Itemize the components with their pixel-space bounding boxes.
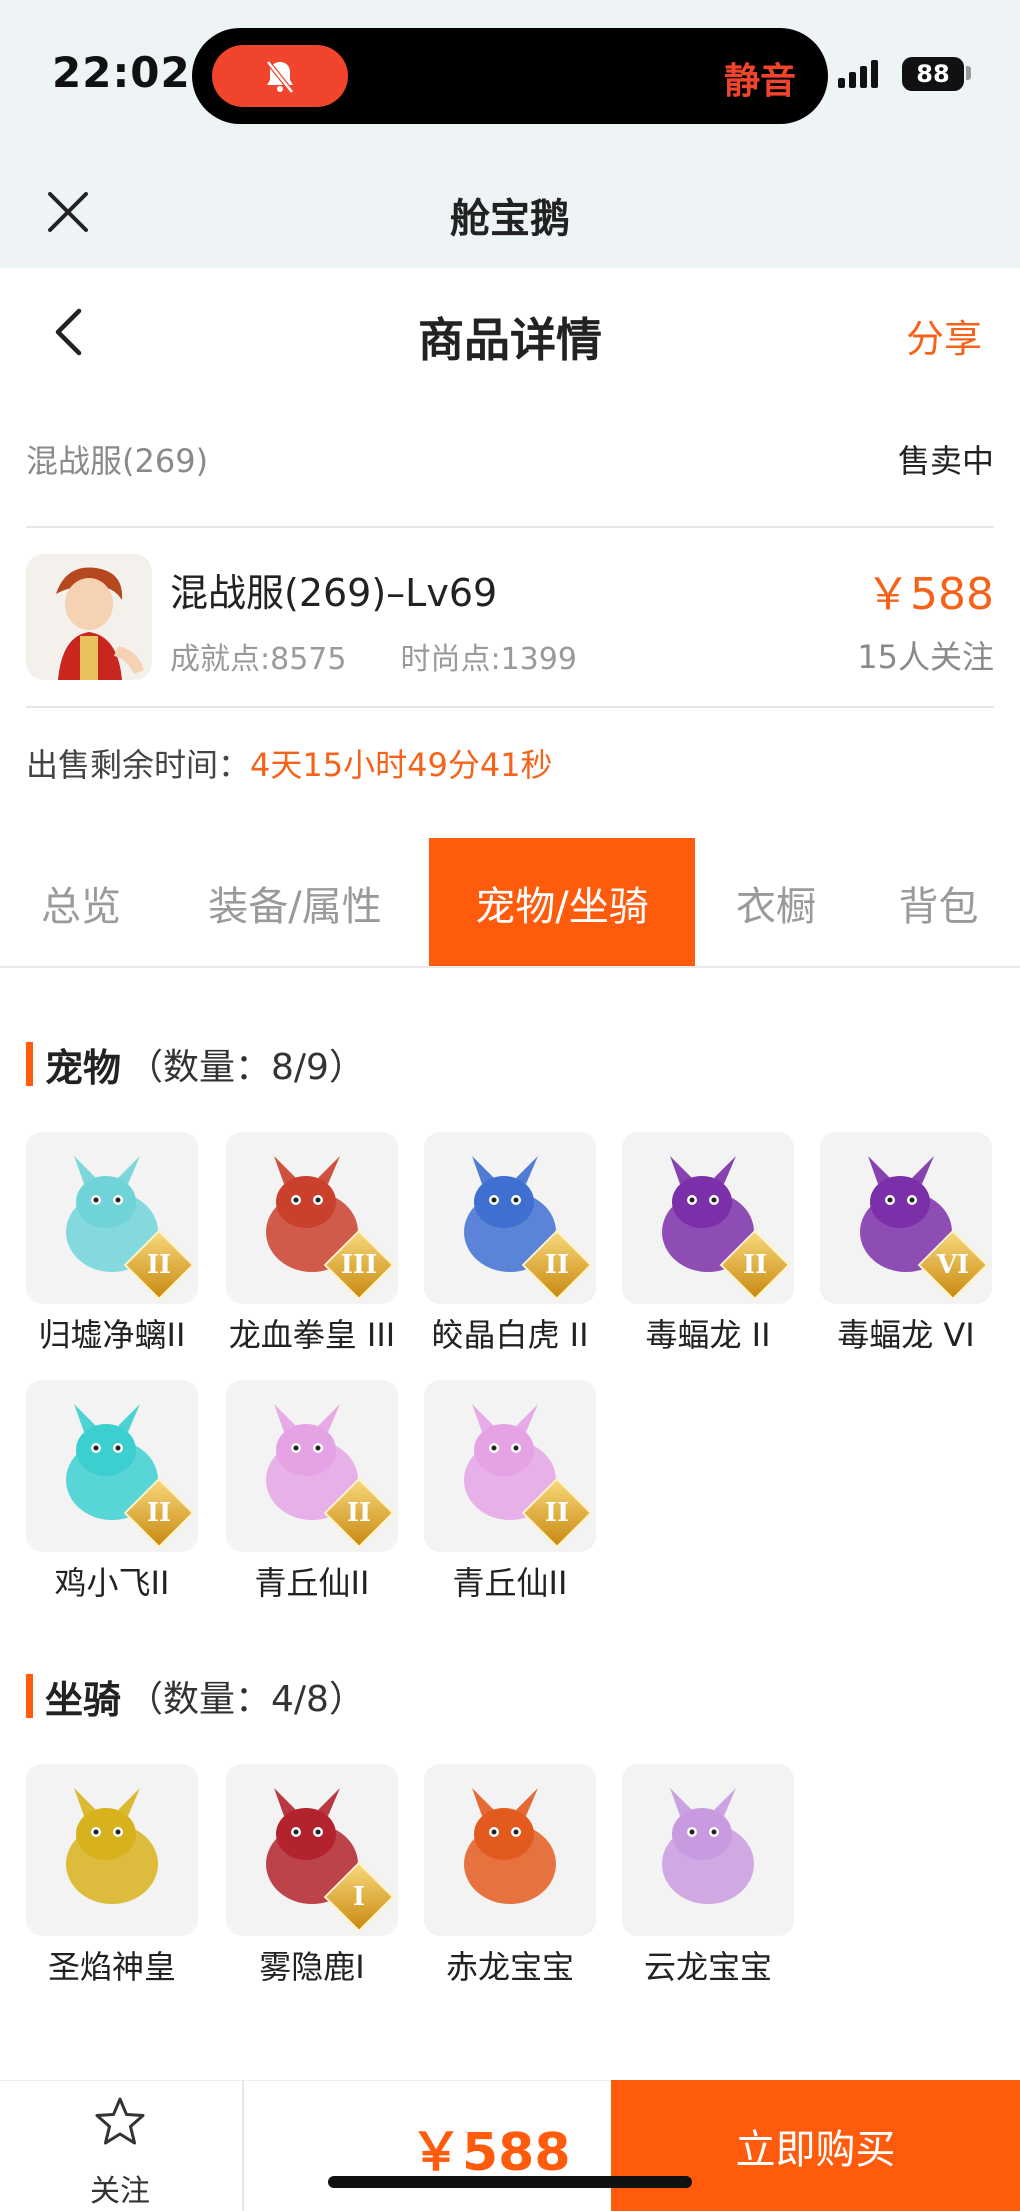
tabs-underline (0, 966, 1020, 968)
section-accent-bar (26, 1674, 33, 1718)
pet-card[interactable]: II 皎晶白虎 II (424, 1132, 596, 1356)
pet-card[interactable]: II 青丘仙II (226, 1380, 398, 1604)
fashion-points: 时尚点:1399 (400, 642, 577, 677)
follower-count: 15人关注 (857, 638, 994, 676)
home-indicator (328, 2176, 692, 2188)
app-title: 舱宝鹅 (450, 196, 570, 242)
tab-backpack[interactable]: 背包 (857, 838, 1020, 968)
pet-card[interactable]: II 青丘仙II (424, 1380, 596, 1604)
mount-card[interactable]: 圣焰神皇 (26, 1764, 198, 1988)
status-bar: 22:02 静音 88 (0, 0, 1020, 150)
mount-card[interactable]: 赤龙宝宝 (424, 1764, 596, 1988)
grade-badge-text: II (146, 1498, 172, 1528)
tab-pets-mounts[interactable]: 宠物/坐骑 (429, 838, 695, 968)
pet-card[interactable]: II 毒蝠龙 II (622, 1132, 794, 1356)
app-title-bar: 舱宝鹅 (0, 150, 1020, 268)
bottom-divider (242, 2080, 244, 2211)
sale-status: 售卖中 (897, 442, 994, 480)
item-name: 龙血拳皇 III (228, 1316, 396, 1354)
crimson-deer-mount-icon: I (226, 1764, 398, 1936)
battery-icon: 88 (902, 57, 964, 91)
divider (26, 526, 994, 528)
tab-overview[interactable]: 总览 (0, 838, 162, 968)
server-name: 混战服(269) (26, 442, 209, 480)
azure-dragon-pet-icon: II (26, 1132, 198, 1304)
divider (26, 706, 994, 708)
item-name: 雾隐鹿I (259, 1948, 365, 1986)
remaining-time-value: 4天15小时49分41秒 (250, 746, 553, 784)
pets-title: 宠物 (45, 1045, 122, 1090)
product-name: 混战服(269)–Lv69 (170, 571, 498, 615)
item-name: 圣焰神皇 (47, 1948, 176, 1986)
item-name: 云龙宝宝 (643, 1948, 772, 1986)
remaining-time: 出售剩余时间：4天15小时49分41秒 (26, 740, 553, 786)
product-price: ￥588 (866, 569, 994, 620)
grade-badge-text: I (352, 1882, 366, 1912)
mute-pill (212, 45, 348, 107)
pet-card[interactable]: VI 毒蝠龙 VI (820, 1132, 992, 1356)
mounts-title: 坐骑 (45, 1677, 122, 1722)
item-name: 毒蝠龙 VI (837, 1316, 975, 1354)
item-name: 青丘仙II (452, 1564, 568, 1602)
red-baby-dragon-mount-icon (424, 1764, 596, 1936)
tab-equipment[interactable]: 装备/属性 (162, 838, 428, 968)
star-icon (95, 2097, 145, 2145)
purple-bat-dragon-pet-icon: II (622, 1132, 794, 1304)
cellular-signal-icon (838, 58, 878, 88)
status-time: 22:02 (52, 48, 191, 97)
grade-badge-text: II (544, 1250, 570, 1280)
item-name: 鸡小飞II (54, 1564, 170, 1602)
pets-count: （数量：8/9） (127, 1047, 365, 1088)
share-button[interactable]: 分享 (906, 308, 982, 363)
character-stats: 成就点:8575 时尚点:1399 (170, 634, 577, 678)
fox-fairy-pet-icon: II (226, 1380, 398, 1552)
follow-button[interactable]: 关注 (60, 2096, 180, 2209)
character-avatar (26, 554, 152, 680)
white-tiger-pet-icon: II (424, 1132, 596, 1304)
remaining-time-label: 出售剩余时间： (26, 746, 251, 784)
bell-off-icon (266, 60, 294, 94)
pets-section-header: 宠物 （数量：8/9） (26, 1040, 365, 1090)
detail-tabs: 总览 装备/属性 宠物/坐骑 衣橱 背包 (0, 838, 1020, 968)
battery-tip (966, 66, 971, 80)
mounts-section-header: 坐骑 （数量：4/8） (26, 1672, 365, 1722)
server-row: 混战服(269) 售卖中 (26, 436, 994, 486)
grade-badge-text: II (544, 1498, 570, 1528)
achievement-points: 成就点:8575 (170, 642, 347, 677)
grade-badge-text: II (742, 1250, 768, 1280)
red-horned-beast-pet-icon: III (226, 1132, 398, 1304)
buy-now-button[interactable]: 立即购买 (611, 2080, 1020, 2211)
grade-badge-text: VI (936, 1250, 970, 1280)
pet-card[interactable]: III 龙血拳皇 III (226, 1132, 398, 1356)
mount-card[interactable]: I 雾隐鹿I (226, 1764, 398, 1988)
product-summary[interactable]: 混战服(269)–Lv69 成就点:8575 时尚点:1399 ￥588 15人… (26, 552, 994, 682)
cloud-baby-dragon-mount-icon (622, 1764, 794, 1936)
fox-fairy-pet-icon: II (424, 1380, 596, 1552)
item-name: 毒蝠龙 II (645, 1316, 771, 1354)
section-accent-bar (26, 1042, 33, 1086)
page-title: 商品详情 (418, 313, 602, 367)
grade-badge-text: II (146, 1250, 172, 1280)
purple-bat-dragon-pet-icon: VI (820, 1132, 992, 1304)
follow-label: 关注 (90, 2174, 150, 2209)
item-name: 归墟净螭II (38, 1316, 186, 1354)
item-name: 赤龙宝宝 (445, 1948, 574, 1986)
pet-card[interactable]: II 归墟净螭II (26, 1132, 198, 1356)
grade-badge-text: II (346, 1498, 372, 1528)
item-name: 青丘仙II (254, 1564, 370, 1602)
mounts-count: （数量：4/8） (127, 1679, 365, 1720)
mute-label: 静音 (723, 61, 796, 102)
blue-chick-pet-icon: II (26, 1380, 198, 1552)
bottom-price: ￥588 (410, 2123, 571, 2183)
page-header: 商品详情 分享 (0, 268, 1020, 396)
golden-phoenix-mount-icon (26, 1764, 198, 1936)
grade-badge-text: III (340, 1250, 378, 1280)
dynamic-island: 静音 (192, 28, 828, 124)
pet-card[interactable]: II 鸡小飞II (26, 1380, 198, 1604)
mount-card[interactable]: 云龙宝宝 (622, 1764, 794, 1988)
item-name: 皎晶白虎 II (431, 1316, 589, 1354)
tab-wardrobe[interactable]: 衣橱 (695, 838, 857, 968)
